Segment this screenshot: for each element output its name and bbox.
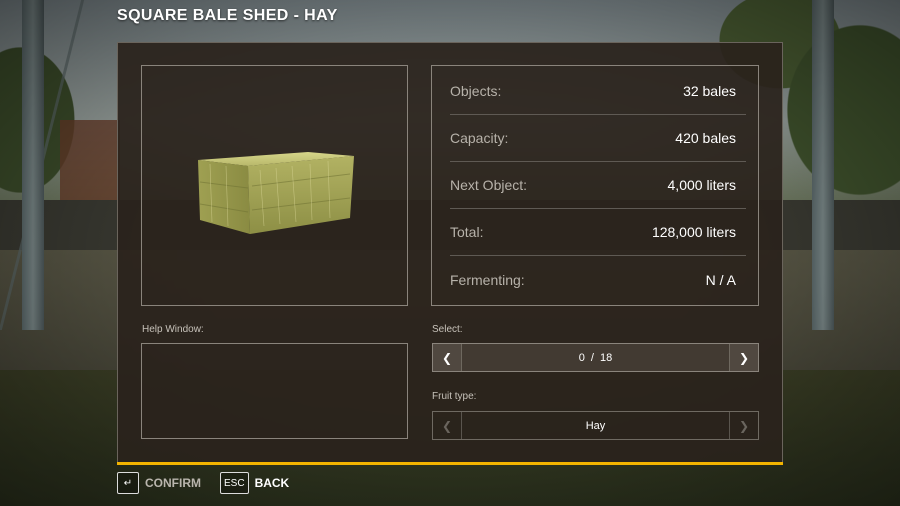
select-value: 0 / 18 — [462, 344, 729, 371]
stat-value: 420 bales — [675, 130, 736, 146]
help-window-label: Help Window: — [142, 324, 204, 335]
footer-buttons: ↵ CONFIRM ESC BACK — [117, 471, 308, 495]
stat-row-objects: Objects: 32 bales — [450, 68, 746, 115]
fruit-type-value: Hay — [585, 419, 606, 432]
stats-panel: Objects: 32 bales Capacity: 420 bales Ne… — [431, 65, 759, 306]
stat-label: Fermenting: — [450, 271, 525, 288]
chevron-right-icon: ❯ — [729, 412, 758, 439]
help-window — [141, 343, 408, 439]
chevron-right-icon[interactable]: ❯ — [729, 344, 758, 371]
back-button[interactable]: ESC BACK — [220, 472, 289, 494]
stat-row-capacity: Capacity: 420 bales — [450, 115, 746, 162]
select-stepper[interactable]: ❮ 0 / 18 ❯ — [432, 343, 759, 372]
chevron-left-icon: ❮ — [433, 412, 462, 439]
back-label: BACK — [254, 476, 290, 490]
stat-label: Capacity: — [450, 130, 509, 146]
select-label: Select: — [432, 324, 463, 335]
stat-row-fermenting: Fermenting: N / A — [450, 256, 746, 303]
stat-value: N / A — [705, 271, 736, 288]
fruit-type-label: Fruit type: — [432, 391, 477, 402]
select-total: 18 — [599, 351, 613, 364]
stat-value: 128,000 liters — [651, 224, 736, 240]
stat-row-next-object: Next Object: 4,000 liters — [450, 162, 746, 209]
fruit-type-selector: ❮ Hay ❯ — [432, 411, 759, 440]
stat-label: Total: — [450, 224, 484, 240]
dialog-accent-bar — [117, 462, 783, 465]
object-preview-frame — [141, 65, 408, 306]
confirm-button[interactable]: ↵ CONFIRM — [117, 472, 201, 494]
stat-label: Next Object: — [450, 177, 528, 193]
select-separator: / — [590, 351, 594, 364]
chevron-left-icon[interactable]: ❮ — [433, 344, 462, 371]
confirm-label: CONFIRM — [145, 476, 201, 490]
stat-value: 4,000 liters — [667, 177, 736, 193]
page-title: SQUARE BALE SHED - HAY — [117, 7, 338, 24]
hay-bale-image — [198, 152, 354, 234]
stat-row-total: Total: 128,000 liters — [450, 209, 746, 256]
esc-key-icon: ESC — [220, 472, 249, 494]
stat-label: Objects: — [450, 83, 502, 99]
select-current: 0 — [578, 351, 585, 364]
enter-key-icon: ↵ — [117, 472, 139, 494]
stat-value: 32 bales — [683, 83, 736, 99]
